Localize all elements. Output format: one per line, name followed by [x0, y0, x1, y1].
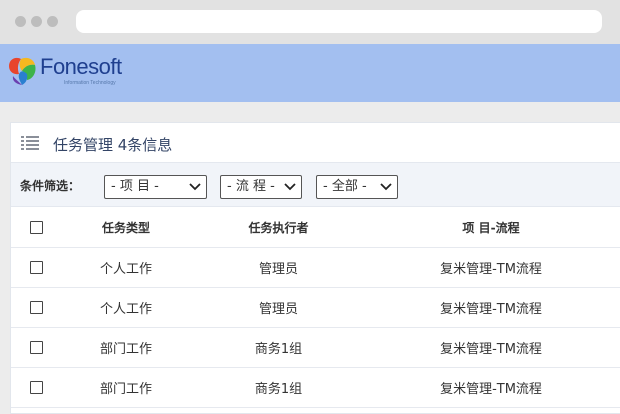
status-select[interactable]: - 全部 - [316, 175, 398, 199]
window-close-dot[interactable] [15, 16, 26, 27]
column-header-type[interactable]: 任务类型 [71, 207, 181, 247]
process-select[interactable]: - 流 程 - [220, 175, 302, 199]
filter-bar: 条件筛选： - 项 目 - - 流 程 - - 全部 - [11, 163, 620, 207]
table-row[interactable]: 个人工作 管理员 复米管理-TM流程 [11, 288, 620, 328]
task-type: 个人工作 [99, 302, 152, 317]
task-project: 复米管理-TM流程 [440, 262, 542, 277]
row-checkbox[interactable] [29, 381, 43, 394]
task-project: 复米管理-TM流程 [440, 302, 542, 317]
row-checkbox-cell [21, 288, 51, 327]
window-maximize-dot[interactable] [47, 16, 58, 27]
row-checkbox[interactable] [29, 341, 43, 354]
project-select[interactable]: - 项 目 - [104, 175, 207, 199]
address-bar[interactable] [76, 10, 602, 33]
panel-header: 任务管理 4条信息 [11, 123, 620, 163]
task-executor: 商务1组 [254, 382, 303, 397]
logo-text: Fonesoft [40, 54, 122, 79]
project-select-value: - 项 目 - [111, 179, 159, 194]
task-table: 任务类型 任务执行者 项 目-流程 个人工作 管理员 复米管理-TM流程 个人工… [11, 207, 620, 408]
chevron-down-icon [380, 183, 392, 191]
row-checkbox-cell [21, 248, 51, 287]
brand-header: Fonesoft Information Technology [0, 44, 620, 102]
column-header-executor[interactable]: 任务执行者 [221, 207, 336, 247]
row-checkbox-cell [21, 328, 51, 367]
task-executor: 管理员 [258, 262, 298, 277]
fonesoft-logo[interactable]: Fonesoft Information Technology [6, 52, 146, 92]
task-type: 部门工作 [99, 382, 152, 397]
task-project: 复米管理-TM流程 [440, 342, 542, 357]
logo-tagline: Information Technology [64, 80, 116, 86]
row-checkbox-cell [21, 368, 51, 407]
select-all-checkbox[interactable] [29, 220, 43, 234]
table-row[interactable]: 部门工作 商务1组 复米管理-TM流程 [11, 368, 620, 408]
task-type: 部门工作 [99, 342, 152, 357]
task-type: 个人工作 [99, 262, 152, 277]
process-select-value: - 流 程 - [227, 179, 275, 194]
task-executor: 管理员 [258, 302, 298, 317]
status-select-value: - 全部 - [323, 179, 367, 194]
browser-chrome [0, 0, 620, 44]
page-title: 任务管理 4条信息 [53, 136, 173, 154]
filter-label: 条件筛选： [20, 179, 81, 193]
task-executor: 商务1组 [254, 342, 303, 357]
task-project: 复米管理-TM流程 [440, 382, 542, 397]
table-header-row: 任务类型 任务执行者 项 目-流程 [11, 207, 620, 248]
fonesoft-logo-icon [9, 57, 36, 85]
chevron-down-icon [284, 183, 296, 191]
list-icon [21, 136, 39, 150]
chevron-down-icon [189, 183, 201, 191]
window-minimize-dot[interactable] [31, 16, 42, 27]
select-all-cell [21, 207, 51, 247]
column-header-project[interactable]: 项 目-流程 [411, 207, 571, 247]
row-checkbox[interactable] [29, 301, 43, 314]
task-panel: 任务管理 4条信息 条件筛选： - 项 目 - - 流 程 - - 全部 - 任… [10, 122, 620, 414]
row-checkbox[interactable] [29, 261, 43, 274]
table-row[interactable]: 部门工作 商务1组 复米管理-TM流程 [11, 328, 620, 368]
table-row[interactable]: 个人工作 管理员 复米管理-TM流程 [11, 248, 620, 288]
